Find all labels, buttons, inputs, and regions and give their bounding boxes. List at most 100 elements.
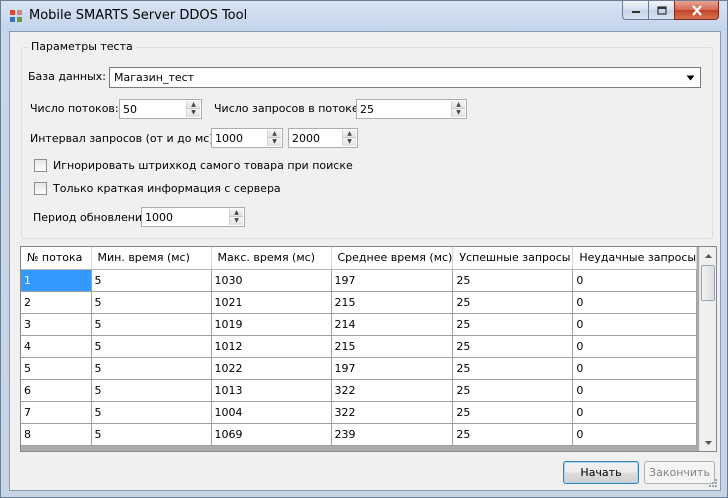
- spin-down-icon[interactable]: ▼: [343, 138, 356, 146]
- brief-info-label[interactable]: Только краткая информация с сервера: [53, 182, 281, 195]
- table-cell[interactable]: 239: [331, 423, 454, 446]
- table-row[interactable]: 5 5 1022 197 25 0: [21, 357, 698, 380]
- table-cell[interactable]: 322: [331, 379, 454, 402]
- grid-column-header[interactable]: Успешные запросы: [452, 247, 574, 270]
- table-cell[interactable]: 1013: [211, 379, 332, 402]
- table-cell[interactable]: 25: [452, 313, 574, 336]
- scroll-up-icon[interactable]: [700, 247, 716, 264]
- spin-down-icon[interactable]: ▼: [452, 109, 465, 117]
- table-cell[interactable]: 1: [21, 269, 92, 292]
- table-cell[interactable]: 4: [21, 335, 92, 358]
- table-row[interactable]: 7 5 1004 322 25 0: [21, 401, 698, 424]
- grid-column-header[interactable]: Неудачные запросы: [572, 247, 698, 270]
- table-cell[interactable]: 5: [91, 269, 212, 292]
- table-cell[interactable]: 1030: [211, 269, 332, 292]
- table-cell[interactable]: 3: [21, 313, 92, 336]
- table-cell[interactable]: 197: [331, 269, 454, 292]
- table-cell[interactable]: 5: [91, 423, 212, 446]
- table-row[interactable]: 8 5 1069 239 25 0: [21, 423, 698, 446]
- table-cell[interactable]: 1069: [211, 423, 332, 446]
- table-cell[interactable]: 1021: [211, 291, 332, 314]
- table-cell[interactable]: 5: [91, 313, 212, 336]
- chevron-down-icon[interactable]: [683, 70, 698, 85]
- resize-grip-icon[interactable]: [708, 478, 718, 488]
- minimize-button[interactable]: [622, 1, 649, 20]
- test-params-title: Параметры теста: [28, 40, 136, 53]
- ignore-barcode-label[interactable]: Игнорировать штрихкод самого товара при …: [53, 159, 353, 172]
- table-cell[interactable]: 5: [91, 401, 212, 424]
- table-row[interactable]: 4 5 1012 215 25 0: [21, 335, 698, 358]
- maximize-button[interactable]: [648, 1, 675, 20]
- table-cell[interactable]: 215: [331, 335, 454, 358]
- table-cell[interactable]: 6: [21, 379, 92, 402]
- interval-to-stepper[interactable]: 2000 ▲ ▼: [288, 128, 358, 148]
- spin-up-icon[interactable]: ▲: [230, 209, 243, 217]
- brief-info-checkbox[interactable]: [34, 182, 47, 195]
- refresh-value: 1000: [145, 211, 173, 224]
- table-cell[interactable]: 7: [21, 401, 92, 424]
- requests-stepper[interactable]: 25 ▲ ▼: [356, 99, 467, 119]
- table-cell[interactable]: 25: [452, 423, 574, 446]
- spin-down-icon[interactable]: ▼: [268, 138, 281, 146]
- table-cell[interactable]: 214: [331, 313, 454, 336]
- database-select[interactable]: Магазин_тест: [109, 67, 701, 88]
- threads-stepper[interactable]: 50 ▲ ▼: [119, 99, 202, 119]
- table-cell[interactable]: 0: [572, 423, 698, 446]
- table-cell[interactable]: 25: [452, 291, 574, 314]
- spin-up-icon[interactable]: ▲: [187, 101, 200, 109]
- grid-column-header[interactable]: № потока: [21, 247, 92, 270]
- table-cell[interactable]: 215: [331, 291, 454, 314]
- table-cell[interactable]: 0: [572, 269, 698, 292]
- grid-column-header[interactable]: Среднее время (мс): [331, 247, 454, 270]
- table-cell[interactable]: 0: [572, 313, 698, 336]
- title-bar[interactable]: Mobile SMARTS Server DDOS Tool: [1, 1, 727, 31]
- table-cell[interactable]: 5: [91, 291, 212, 314]
- table-cell[interactable]: 25: [452, 379, 574, 402]
- spin-up-icon[interactable]: ▲: [452, 101, 465, 109]
- table-cell[interactable]: 0: [572, 335, 698, 358]
- table-cell[interactable]: 8: [21, 423, 92, 446]
- table-cell[interactable]: 5: [91, 379, 212, 402]
- table-cell[interactable]: 0: [572, 401, 698, 424]
- table-cell[interactable]: 1012: [211, 335, 332, 358]
- table-cell[interactable]: 1004: [211, 401, 332, 424]
- vertical-scrollbar[interactable]: [699, 247, 716, 451]
- table-cell[interactable]: 0: [572, 357, 698, 380]
- grid-column-header[interactable]: Мин. время (мс): [91, 247, 212, 270]
- refresh-stepper[interactable]: 1000 ▲ ▼: [141, 207, 245, 227]
- table-row[interactable]: 2 5 1021 215 25 0: [21, 291, 698, 314]
- table-row[interactable]: 6 5 1013 322 25 0: [21, 379, 698, 402]
- stop-button[interactable]: Закончить: [644, 461, 715, 484]
- table-cell[interactable]: 1019: [211, 313, 332, 336]
- table-cell[interactable]: 322: [331, 401, 454, 424]
- start-button[interactable]: Начать: [563, 461, 639, 484]
- table-cell[interactable]: 25: [452, 401, 574, 424]
- table-cell[interactable]: 25: [452, 335, 574, 358]
- close-icon: [691, 4, 702, 16]
- app-window: Mobile SMARTS Server DDOS Tool Параметры…: [0, 0, 728, 498]
- table-cell[interactable]: 25: [452, 269, 574, 292]
- table-row[interactable]: 3 5 1019 214 25 0: [21, 313, 698, 336]
- spin-up-icon[interactable]: ▲: [268, 130, 281, 138]
- requests-label: Число запросов в потоке:: [214, 102, 363, 115]
- table-cell[interactable]: 5: [21, 357, 92, 380]
- table-cell[interactable]: 2: [21, 291, 92, 314]
- spin-down-icon[interactable]: ▼: [230, 217, 243, 225]
- table-cell[interactable]: 1022: [211, 357, 332, 380]
- grid-column-header[interactable]: Макс. время (мс): [211, 247, 332, 270]
- table-cell[interactable]: 25: [452, 357, 574, 380]
- table-row[interactable]: 1 5 1030 197 25 0: [21, 269, 698, 292]
- table-cell[interactable]: 0: [572, 379, 698, 402]
- table-cell[interactable]: 5: [91, 357, 212, 380]
- table-cell[interactable]: 0: [572, 291, 698, 314]
- table-cell[interactable]: 5: [91, 335, 212, 358]
- close-button[interactable]: [674, 1, 719, 20]
- results-grid[interactable]: № потока Мин. время (мс) Макс. время (мс) С…: [20, 246, 717, 452]
- table-cell[interactable]: 197: [331, 357, 454, 380]
- scroll-down-icon[interactable]: [700, 434, 716, 451]
- ignore-barcode-checkbox[interactable]: [34, 159, 47, 172]
- spin-down-icon[interactable]: ▼: [187, 109, 200, 117]
- spin-up-icon[interactable]: ▲: [343, 130, 356, 138]
- scroll-thumb[interactable]: [701, 265, 715, 301]
- interval-from-stepper[interactable]: 1000 ▲ ▼: [211, 128, 283, 148]
